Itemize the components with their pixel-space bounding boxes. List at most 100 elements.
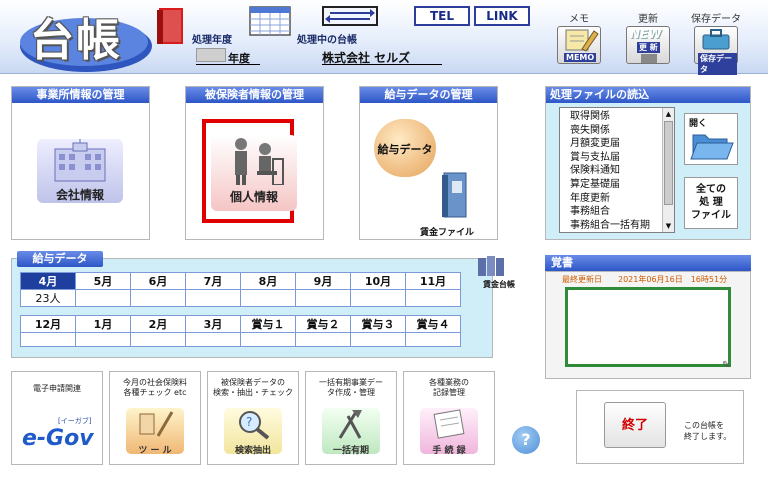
help-button[interactable]: ?	[512, 426, 540, 454]
salary-months-table-1: 4月 5月 6月 7月 8月 9月 10月 11月 23人	[20, 272, 461, 307]
salary-panel: 給与データの管理 給与データ 賃金ファイル	[359, 86, 498, 240]
file-type-item[interactable]: 喪失関係	[570, 124, 674, 138]
grid-value-cell[interactable]	[185, 289, 241, 307]
exit-description: この台帳を 終了します。	[684, 420, 742, 442]
file-type-item[interactable]: 算定基礎届	[570, 178, 674, 192]
memo-pen-icon: ✎	[722, 360, 731, 371]
grid-value-cell[interactable]	[75, 289, 131, 307]
memo-button[interactable]: MEMO	[557, 26, 601, 64]
search-button[interactable]: ? 検索抽出	[224, 408, 282, 456]
bulk-caption-1: 一括有期事業デー	[319, 378, 383, 387]
egov-tile[interactable]: 電子申請関連 [イーガブ] e-Gov	[11, 371, 103, 465]
file-type-item[interactable]: 事務組合	[570, 205, 674, 219]
search-tile[interactable]: 被保険者データの 検索・抽出・チェック ? 検索抽出	[207, 371, 299, 465]
company-info-button[interactable]: 会社情報	[37, 139, 123, 203]
link-button[interactable]: LINK	[474, 6, 530, 26]
bulk-label: 一括有期	[332, 446, 369, 456]
scroll-up-arrow-icon[interactable]: ▲	[663, 108, 674, 120]
grid-month-header[interactable]: 9月	[295, 272, 351, 290]
grid-cell[interactable]	[75, 332, 131, 347]
switch-ledger-button[interactable]	[322, 6, 378, 26]
file-type-item[interactable]: 賞与支払届	[570, 151, 674, 165]
grid-month-header[interactable]: 11月	[405, 272, 461, 290]
records-label: 手 続 録	[432, 446, 466, 456]
file-type-item[interactable]: 事務組合一括有期	[570, 219, 674, 233]
grid-value-cell[interactable]	[130, 289, 186, 307]
salary-months-table-2: 12月 1月 2月 3月 賞与１ 賞与２ 賞与３ 賞与４	[20, 315, 461, 347]
calendar-icon[interactable]	[249, 6, 291, 36]
records-tile[interactable]: 各種業務の 記録管理 手 続 録	[403, 371, 495, 465]
scroll-down-arrow-icon[interactable]: ▼	[663, 220, 674, 232]
grid-month-header[interactable]: 7月	[185, 272, 241, 290]
memo-title: 覚書	[545, 255, 751, 271]
wage-file-label: 賃金ファイル	[420, 228, 475, 238]
salary-panel-title: 給与データの管理	[360, 87, 497, 103]
grid-month-header[interactable]: 4月	[20, 272, 76, 290]
open-file-button[interactable]: 開く	[684, 113, 738, 165]
grid-cell[interactable]	[240, 332, 296, 347]
company-panel: 事業所情報の管理 会社情報	[11, 86, 150, 240]
grid-cell[interactable]	[350, 332, 406, 347]
records-button[interactable]: 手 続 録	[420, 408, 478, 456]
tel-button[interactable]: TEL	[414, 6, 470, 26]
grid-month-header[interactable]: 10月	[350, 272, 406, 290]
salary-data-label: 給与データ	[377, 143, 433, 156]
people-icon	[235, 138, 284, 186]
grid-cell[interactable]	[295, 332, 351, 347]
grid-month-header[interactable]: 賞与３	[350, 315, 406, 333]
save-data-button[interactable]: 保存データ	[694, 26, 738, 75]
grid-month-header[interactable]: 8月	[240, 272, 296, 290]
company-panel-title: 事業所情報の管理	[12, 87, 149, 103]
grid-month-header[interactable]: 12月	[20, 315, 76, 333]
grid-value-cell[interactable]	[295, 289, 351, 307]
records-caption-1: 各種業務の	[429, 378, 469, 387]
all-files-button[interactable]: 全ての 処 理 ファイル	[684, 177, 738, 229]
grid-cell[interactable]	[185, 332, 241, 347]
exit-desc-line-1: この台帳を	[684, 421, 724, 430]
grid-cell[interactable]	[130, 332, 186, 347]
grid-value-cell[interactable]	[405, 289, 461, 307]
exit-desc-line-2: 終了します。	[684, 432, 732, 441]
file-type-item[interactable]: 保険料通知	[570, 164, 674, 178]
salary-data-button[interactable]: 給与データ	[374, 119, 436, 177]
wage-ledger-icon[interactable]	[474, 254, 514, 278]
grid-value-cell[interactable]	[240, 289, 296, 307]
bulk-tile[interactable]: 一括有期事業デー タ作成・管理 一括有期	[305, 371, 397, 465]
grid-value-cell[interactable]	[350, 289, 406, 307]
memo-last-update: 最終更新日 2021年06月16日 16時51分	[562, 275, 728, 284]
grid-month-header[interactable]: 賞与２	[295, 315, 351, 333]
grid-month-header[interactable]: 3月	[185, 315, 241, 333]
grid-value-cell[interactable]: 23人	[20, 289, 76, 307]
wage-ledger-label: 賃金台帳	[483, 280, 515, 289]
grid-month-header[interactable]: 賞与４	[405, 315, 461, 333]
fiscal-year-field[interactable]	[196, 48, 226, 62]
bulk-button[interactable]: 一括有期	[322, 408, 380, 456]
grid-month-header[interactable]: 1月	[75, 315, 131, 333]
grid-cell[interactable]	[20, 332, 76, 347]
update-button[interactable]: NEW 更 新	[626, 26, 670, 64]
search-caption-2: 検索・抽出・チェック	[213, 388, 293, 397]
grid-month-header[interactable]: 6月	[130, 272, 186, 290]
app-logo-text: 台帳	[30, 15, 122, 66]
file-type-item[interactable]: 取得関係	[570, 110, 674, 124]
fiscal-year-label: 処理年度	[192, 35, 232, 46]
tools-button[interactable]: ツ ー ル	[126, 408, 184, 456]
grid-cell[interactable]	[405, 332, 461, 347]
grid-month-header[interactable]: 2月	[130, 315, 186, 333]
file-reader-panel: 処理ファイルの読込 取得関係 喪失関係 月額変更届 賞与支払届 保険料通知 算定基礎届 年度…	[545, 86, 751, 240]
file-type-list[interactable]: 取得関係 喪失関係 月額変更届 賞与支払届 保険料通知 算定基礎届 年度更新 事務組合 事務組合…	[559, 107, 675, 233]
binder-icon[interactable]	[440, 171, 470, 219]
memo-textarea[interactable]	[565, 287, 731, 367]
file-type-item[interactable]: 月額変更届	[570, 137, 674, 151]
egov-sub: [イーガブ]	[58, 417, 92, 425]
open-folder-icon	[690, 134, 734, 160]
file-type-item[interactable]: 年度更新	[570, 192, 674, 206]
personal-info-button[interactable]: 個人情報	[211, 135, 297, 211]
insured-panel-title: 被保険者情報の管理	[186, 87, 323, 103]
scroll-thumb[interactable]	[664, 121, 673, 205]
grid-month-header[interactable]: 賞与１	[240, 315, 296, 333]
grid-month-header[interactable]: 5月	[75, 272, 131, 290]
exit-button[interactable]: 終了	[604, 402, 666, 448]
list-scrollbar[interactable]: ▲ ▼	[662, 108, 674, 232]
tools-tile[interactable]: 今月の社会保険料 各種チェック etc ツ ー ル	[109, 371, 201, 465]
